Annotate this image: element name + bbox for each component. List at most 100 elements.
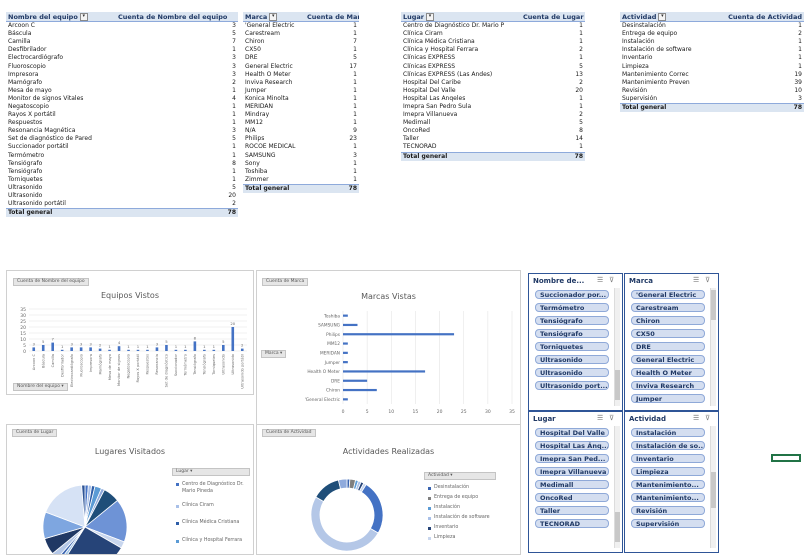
pivot-row[interactable]: Ultrasonido 20 — [6, 192, 238, 200]
pivot-row-value[interactable]: 1 — [116, 46, 238, 54]
pivot-row-label[interactable]: Chiron — [243, 38, 305, 46]
pivot-row-label[interactable]: Limpieza — [620, 62, 720, 70]
pivot-row-value[interactable]: 1 — [116, 103, 238, 111]
pivot-row[interactable]: Torniquetes 1 — [6, 176, 238, 184]
pivot-header-count[interactable]: Cuenta de Marca — [305, 12, 359, 22]
pivot-row-label[interactable]: Clínica Médica Cristiana — [401, 38, 521, 46]
pivot-total-value[interactable]: 78 — [116, 208, 238, 218]
pivot-row[interactable]: Mesa de mayo 1 — [6, 87, 238, 95]
pivot-row-label[interactable]: Mamógrafo — [6, 79, 116, 87]
slicer-item[interactable]: Medimall — [535, 480, 609, 489]
pivot-row[interactable]: Taller 14 — [401, 135, 585, 143]
pivot-row-value[interactable]: 3 — [305, 152, 359, 160]
slicer-item[interactable]: Health O Meter — [631, 368, 705, 377]
pivot-row-value[interactable]: 5 — [116, 184, 238, 192]
bar[interactable] — [343, 379, 368, 382]
slicer-item[interactable]: CX50 — [631, 329, 705, 338]
chart-actividades-realizadas[interactable]: Cuenta de Actividad Actividades Realizad… — [256, 424, 521, 555]
pivot-row[interactable]: Mamógrafo 2 — [6, 79, 238, 87]
slicer-nombre-equipo[interactable]: Nombre de... ☰ ⊽ Succionador por... Termó… — [528, 273, 623, 411]
pivot-row-value[interactable]: 19 — [720, 71, 804, 79]
chart-axis-button[interactable]: Nombre del equipo ▾ — [13, 383, 68, 391]
pivot-row-value[interactable]: 23 — [305, 135, 359, 143]
pivot-row[interactable]: Clínica y Hospital Ferrara 2 — [401, 46, 585, 54]
pivot-row-label[interactable]: Ultrasonido — [6, 192, 116, 200]
pivot-total-value[interactable]: 78 — [305, 183, 359, 193]
pivot-row-label[interactable]: Fluoroscopio — [6, 62, 116, 70]
pivot-row[interactable]: Camilla 7 — [6, 38, 238, 46]
bar[interactable] — [343, 388, 377, 392]
pivot-total-row[interactable]: Total general 78 — [6, 208, 238, 218]
bar[interactable] — [136, 349, 140, 351]
pivot-total-label[interactable]: Total general — [401, 151, 521, 161]
pivot-row[interactable]: Fluoroscopio 3 — [6, 62, 238, 70]
pivot-row-label[interactable]: Hospital Del Valle — [401, 87, 521, 95]
pivot-row-label[interactable]: Supervisión — [620, 95, 720, 104]
pivot-row-value[interactable]: 7 — [116, 38, 238, 46]
bar[interactable] — [240, 348, 244, 351]
slicer-marca[interactable]: Marca ☰ ⊽ 'General Electric Carestream Chi… — [624, 273, 719, 411]
bar[interactable] — [184, 349, 187, 351]
pivot-row[interactable]: MM12 1 — [243, 119, 359, 127]
bar[interactable] — [212, 349, 216, 351]
pivot-total-value[interactable]: 78 — [720, 102, 804, 113]
pivot-row[interactable]: Electrocardiógrafo 3 — [6, 54, 238, 62]
pivot-row-value[interactable]: 1 — [305, 22, 359, 31]
bar[interactable] — [343, 361, 348, 364]
pivot-row-label[interactable]: Mantenimiento Correc — [620, 71, 720, 79]
pivot-row[interactable]: Supervisión 3 — [620, 95, 804, 104]
pivot-row-label[interactable]: Taller — [401, 135, 521, 143]
multi-select-icon[interactable]: ☰ — [597, 414, 603, 422]
pivot-row-label[interactable]: Carestream — [243, 30, 305, 38]
slicer-item[interactable]: Ultrasonido — [535, 355, 609, 364]
bar[interactable] — [165, 345, 168, 351]
slicer-item[interactable]: TECNORAD — [535, 519, 609, 528]
pivot-row-value[interactable]: 3 — [116, 54, 238, 62]
pivot-row-value[interactable]: 1 — [305, 160, 359, 168]
pivot-row-value[interactable]: 3 — [116, 127, 238, 135]
pivot-row[interactable]: Konica Minolta 1 — [243, 95, 359, 103]
slicer-item[interactable]: General Electric — [631, 355, 705, 364]
pivot-row-value[interactable]: 2 — [720, 30, 804, 38]
pivot-row[interactable]: N/A 9 — [243, 127, 359, 135]
pivot-row[interactable]: Desfibrilador 1 — [6, 46, 238, 54]
bar[interactable] — [343, 314, 348, 317]
slicer-item[interactable]: Imepra San Ped... — [535, 454, 609, 463]
pivot-row[interactable]: DRE 5 — [243, 54, 359, 62]
pivot-row-label[interactable]: Electrocardiógrafo — [6, 54, 116, 62]
pivot-row[interactable]: Respuestos 1 — [6, 119, 238, 127]
slicer-item[interactable]: Mantenimiento... — [631, 480, 705, 489]
pivot-row-label[interactable]: Tensiógrafo — [6, 160, 116, 168]
pivot-row-label[interactable]: Negatoscopio — [6, 103, 116, 111]
slicer-item[interactable]: Hospital Del Valle — [535, 428, 609, 437]
pivot-row[interactable]: Inventario 1 — [620, 54, 804, 62]
pivot-row-value[interactable]: 1 — [521, 95, 585, 103]
pivot-row-value[interactable]: 1 — [305, 143, 359, 151]
slicer-item[interactable]: Mantenimiento... — [631, 493, 705, 502]
bar[interactable] — [117, 346, 121, 351]
pivot-row-value[interactable]: 1 — [305, 168, 359, 176]
pivot-row[interactable]: Entrega de equipo 2 — [620, 30, 804, 38]
slicer-item[interactable]: Inventario — [631, 454, 705, 463]
pivot-row-value[interactable]: 1 — [521, 22, 585, 31]
bar[interactable] — [41, 345, 45, 351]
pivot-row-label[interactable]: Torniquetes — [6, 176, 116, 184]
pivot-row[interactable]: 'General Electric 1 — [243, 22, 359, 31]
clear-filter-icon[interactable]: ⊽ — [705, 414, 710, 422]
pivot-row-value[interactable]: 1 — [521, 103, 585, 111]
pivot-row[interactable]: Arcoon C3 — [6, 22, 238, 31]
slicer-item[interactable]: DRE — [631, 342, 705, 351]
pivot-row-value[interactable]: 5 — [521, 119, 585, 127]
pivot-total-value[interactable]: 78 — [521, 151, 585, 161]
pivot-row-label[interactable]: Imepra San Pedro Sula — [401, 103, 521, 111]
bar[interactable] — [231, 327, 235, 351]
pivot-row[interactable]: Mantenimiento Preven 39 — [620, 79, 804, 87]
pivot-row-label[interactable]: Resonancia Magnética — [6, 127, 116, 135]
pivot-row-label[interactable]: Termómetro — [6, 152, 116, 160]
pivot-row-value[interactable]: 1 — [521, 143, 585, 152]
pivot-row-value[interactable]: 13 — [521, 71, 585, 79]
pivot-row-value[interactable]: 20 — [521, 87, 585, 95]
pivot-row[interactable]: Monitor de signos Vitales 4 — [6, 95, 238, 103]
pivot-row-label[interactable]: General Electric — [243, 62, 305, 70]
slicer-item[interactable]: Supervisión — [631, 519, 705, 528]
